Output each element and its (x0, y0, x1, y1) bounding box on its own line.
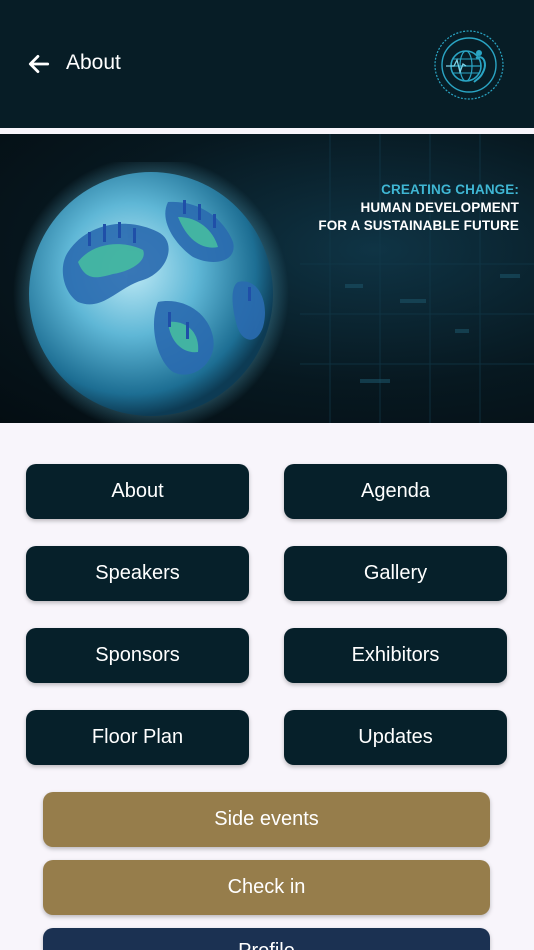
app-bar: About (0, 0, 534, 128)
page-title: About (66, 51, 121, 74)
profile-button[interactable]: Profile (43, 928, 490, 950)
side-events-button[interactable]: Side events (43, 792, 490, 847)
sponsors-button[interactable]: Sponsors (26, 628, 249, 683)
check-in-button[interactable]: Check in (43, 860, 490, 915)
banner-tagline: CREATING CHANGE: HUMAN DEVELOPMENT FOR A… (318, 181, 519, 235)
tagline-line-3: FOR A SUSTAINABLE FUTURE (318, 218, 519, 233)
about-button[interactable]: About (26, 464, 249, 519)
globe-illustration (13, 162, 289, 423)
tagline-line-1: CREATING CHANGE: (381, 182, 519, 197)
gallery-button[interactable]: Gallery (284, 546, 507, 601)
arrow-left-icon (28, 55, 50, 73)
exhibitors-button[interactable]: Exhibitors (284, 628, 507, 683)
congress-logo (434, 30, 504, 100)
speakers-button[interactable]: Speakers (26, 546, 249, 601)
floor-plan-button[interactable]: Floor Plan (26, 710, 249, 765)
updates-button[interactable]: Updates (284, 710, 507, 765)
tagline-line-2: HUMAN DEVELOPMENT (360, 200, 519, 215)
back-button[interactable] (24, 49, 54, 79)
agenda-button[interactable]: Agenda (284, 464, 507, 519)
hero-banner: CREATING CHANGE: HUMAN DEVELOPMENT FOR A… (0, 134, 534, 423)
